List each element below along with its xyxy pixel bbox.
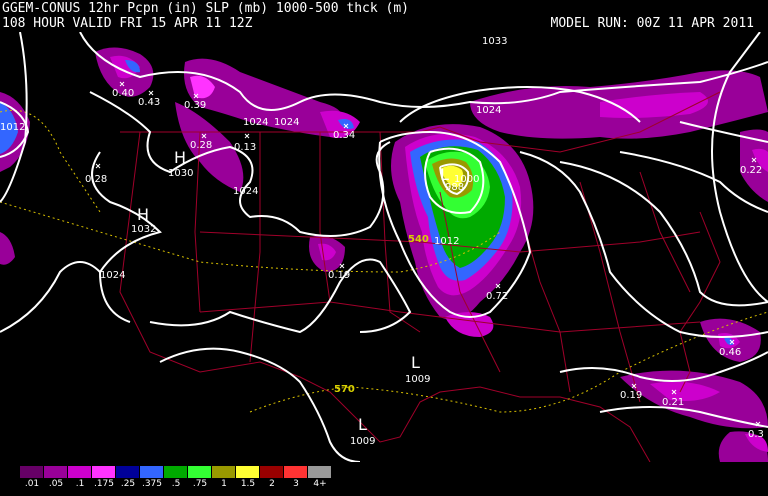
legend-item: 1 (212, 466, 236, 494)
isobar-label: 1032 (131, 224, 156, 235)
legend-label: 1 (221, 479, 227, 489)
precip-max-label: 0.46 (719, 347, 741, 358)
legend-label: .375 (141, 479, 163, 489)
legend-item: .5 (164, 466, 188, 494)
legend-swatch (212, 466, 236, 478)
legend-item: .25 (116, 466, 140, 494)
low-pressure-center: L (411, 353, 420, 372)
isobar-label: 1033 (482, 36, 507, 47)
isobar-label: 1024 (100, 270, 125, 281)
thickness-contours (0, 109, 768, 413)
legend-label: .25 (120, 479, 136, 489)
legend-label: .175 (93, 479, 115, 489)
legend-swatch (140, 466, 164, 478)
isobar-label: 1024 (243, 117, 268, 128)
precip-max-label: 0.22 (740, 165, 762, 176)
legend-item: 2 (260, 466, 284, 494)
isobar-label: 1012 (0, 122, 25, 133)
legend-label: .5 (171, 479, 181, 489)
precip-max-label: 0.43 (138, 97, 160, 108)
forecast-map: 1033 1024 1012 1030 1032 1024 1024 1024 … (0, 32, 768, 462)
isobar-label: 1030 (168, 168, 193, 179)
isobar-label: 1024 (233, 186, 258, 197)
legend-swatch (260, 466, 284, 478)
legend-label: 4+ (313, 479, 327, 489)
legend-item: .75 (188, 466, 212, 494)
legend-swatch (188, 466, 212, 478)
high-pressure-center: H (174, 148, 186, 167)
legend-item: .175 (92, 466, 116, 494)
map-title: GGEM-CONUS 12hr Pcpn (in) SLP (mb) 1000-… (2, 1, 409, 16)
legend-swatch (164, 466, 188, 478)
legend-label: .75 (192, 479, 208, 489)
legend-swatch (116, 466, 140, 478)
legend-swatch (68, 466, 92, 478)
legend-swatch (284, 466, 308, 478)
precip-max-label: 0.72 (486, 291, 508, 302)
low-pressure-center: L (358, 415, 367, 434)
low-pressure-center: L (440, 165, 449, 184)
legend-swatch (44, 466, 68, 478)
legend-swatch (92, 466, 116, 478)
legend-label: 2 (269, 479, 275, 489)
isobar-label: 1009 (405, 374, 430, 385)
precip-max-label: 0.34 (333, 130, 355, 141)
valid-time: 108 HOUR VALID FRI 15 APR 11 12Z (2, 16, 253, 31)
thickness-label: 540 (408, 234, 429, 245)
legend-item: .375 (140, 466, 164, 494)
precip-legend: .01 .05 .1 .175 .25 .375 .5 .75 1 1.5 2 3 4+ (20, 466, 332, 494)
isobar-label: 1009 (350, 436, 375, 447)
precip-max-label: 0.19 (620, 390, 642, 401)
precip-max-label: 0.39 (184, 100, 206, 111)
legend-item: 3 (284, 466, 308, 494)
legend-item: 1.5 (236, 466, 260, 494)
legend-label: .05 (48, 479, 64, 489)
thickness-label: 570 (334, 384, 355, 395)
isobar-label: 1012 (434, 236, 459, 247)
legend-item: 4+ (308, 466, 332, 494)
legend-label: 3 (293, 479, 299, 489)
precip-max-label: 0.19 (328, 270, 350, 281)
legend-item: .05 (44, 466, 68, 494)
legend-swatch (236, 466, 260, 478)
legend-label: .01 (24, 479, 40, 489)
precip-max-label: 0.28 (190, 140, 212, 151)
legend-swatch (308, 466, 332, 478)
high-pressure-center: H (137, 205, 149, 224)
precip-max-label: 0.13 (234, 142, 256, 153)
legend-label: .1 (75, 479, 85, 489)
precip-max-label: 0.40 (112, 88, 134, 99)
precip-max-label: 0.21 (662, 397, 684, 408)
precip-max-label: 0.28 (85, 174, 107, 185)
isobar-label: 1024 (476, 105, 501, 116)
legend-label: 1.5 (240, 479, 256, 489)
legend-item: .01 (20, 466, 44, 494)
model-run: MODEL RUN: 00Z 11 APR 2011 (550, 16, 755, 31)
isobar-label: 1024 (274, 117, 299, 128)
precip-max-label: 0.3 (748, 429, 764, 440)
legend-item: .1 (68, 466, 92, 494)
legend-swatch (20, 466, 44, 478)
